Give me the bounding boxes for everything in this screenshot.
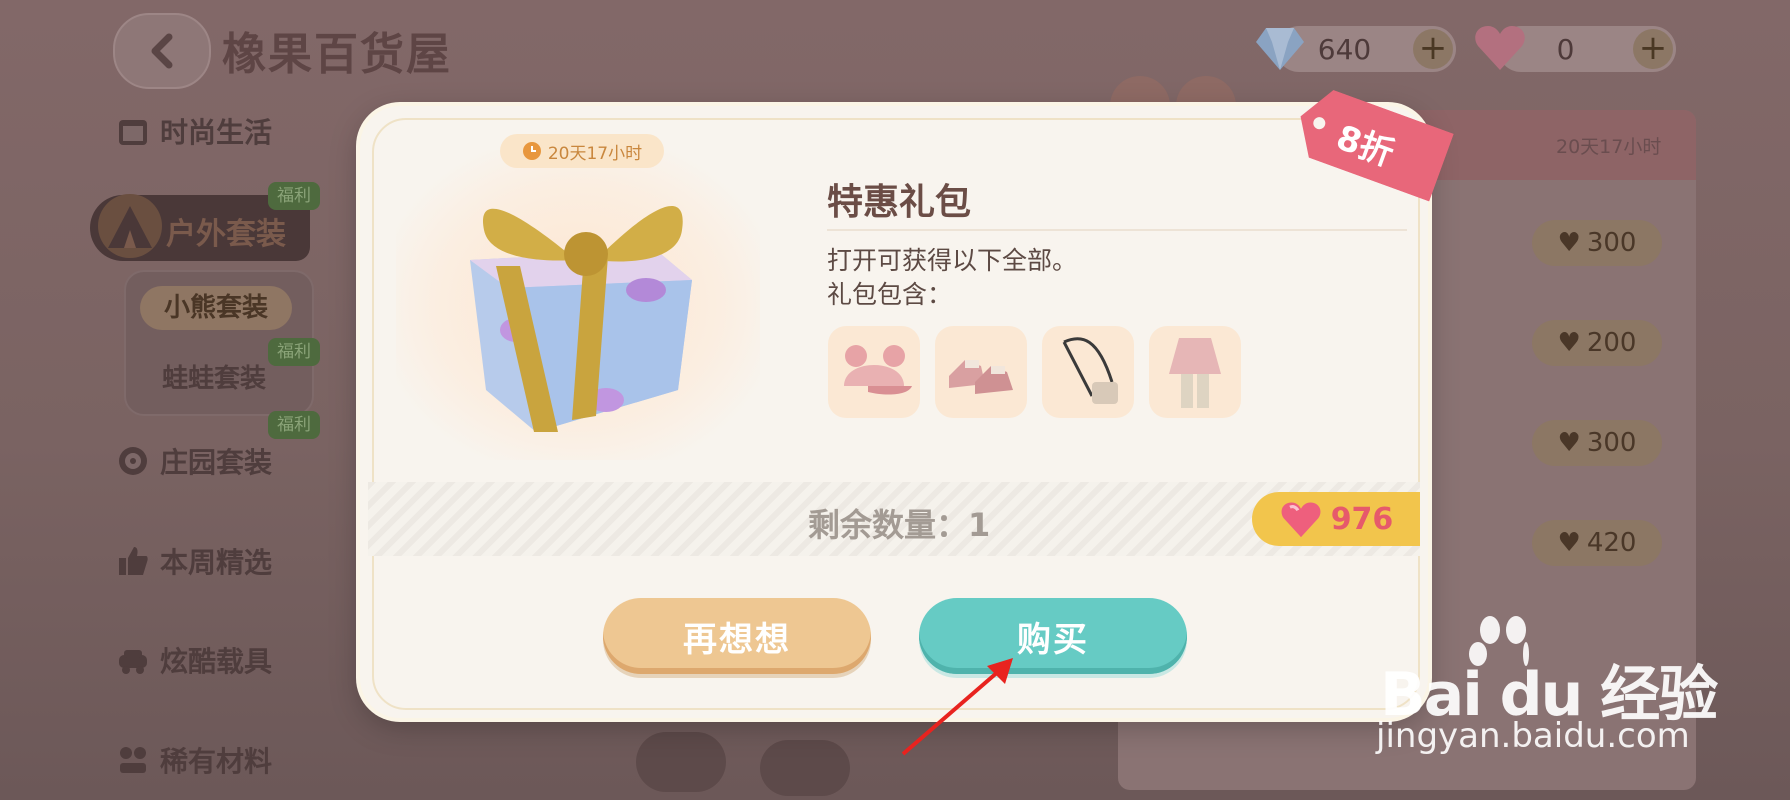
character-shoe-right	[760, 740, 850, 796]
chevron-left-icon	[151, 33, 173, 69]
pack-price: 976	[1252, 492, 1420, 546]
price-value: 200	[1586, 328, 1637, 358]
add-heart-button[interactable]: +	[1633, 29, 1673, 69]
add-diamond-button[interactable]: +	[1413, 29, 1453, 69]
heart-icon: ♥	[1557, 328, 1581, 358]
sidebar-item-label: 本周精选	[160, 546, 273, 579]
pink-heart-gem-icon	[1281, 502, 1321, 538]
pack-item-bag[interactable]	[1042, 326, 1134, 418]
sidebar-item-weekly[interactable]: 本周精选	[116, 541, 272, 581]
sidebar-item-manor[interactable]: 庄园套装	[116, 441, 272, 481]
price-value: 976	[1330, 501, 1394, 537]
list-timer: 20天17小时	[1556, 136, 1662, 158]
jacket-outfit-icon	[1169, 338, 1221, 408]
cancel-button[interactable]: 再想想	[603, 598, 871, 674]
price-value: 420	[1586, 528, 1637, 558]
submenu-item-frog-set[interactable]: 蛙蛙套装	[162, 358, 266, 395]
list-price-chip[interactable]: ♥ 420	[1532, 520, 1662, 566]
calendar-icon	[119, 120, 147, 145]
page-title: 橡果百货屋	[222, 29, 452, 80]
sneakers-icon	[949, 360, 1013, 394]
welfare-badge: 福利	[268, 411, 320, 439]
bear-ear-cap-icon	[844, 345, 912, 395]
character-shoe-left	[636, 732, 726, 792]
thumbs-up-icon	[119, 547, 148, 575]
remaining-quantity: 剩余数量：1	[808, 506, 991, 544]
pink-heart-gem-icon	[1475, 26, 1525, 70]
rose-icon	[119, 447, 147, 475]
list-price-chip[interactable]: ♥ 300	[1532, 220, 1662, 266]
list-price-chip[interactable]: ♥ 200	[1532, 320, 1662, 366]
desc-line: 打开可获得以下全部。	[827, 246, 1078, 275]
sidebar-item-label: 时尚生活	[160, 116, 273, 149]
price-value: 300	[1586, 428, 1637, 458]
blue-diamond-icon	[1256, 28, 1304, 70]
pack-item-shoes[interactable]	[935, 326, 1027, 418]
materials-icon	[120, 747, 146, 773]
sidebar-item-label: 庄园套装	[160, 446, 273, 479]
pack-item-cap[interactable]	[828, 326, 920, 418]
sidebar-item-fashion[interactable]: 时尚生活	[116, 111, 272, 151]
divider	[827, 229, 1407, 231]
pack-timer-text: 20天17小时	[547, 143, 643, 164]
welfare-badge: 福利	[268, 338, 320, 366]
pack-title: 特惠礼包	[827, 182, 972, 223]
heart-icon: ♥	[1557, 228, 1581, 258]
sidebar-item-label: 户外套装	[166, 217, 286, 252]
back-button[interactable]	[113, 13, 211, 89]
list-price-chip[interactable]: ♥ 300	[1532, 420, 1662, 466]
pack-timer: 20天17小时	[500, 134, 664, 168]
sidebar-item-label: 稀有材料	[160, 745, 273, 778]
gift-box-image	[470, 206, 692, 432]
heart-icon: ♥	[1557, 528, 1581, 558]
tent-icon	[98, 194, 162, 258]
crossbody-bag-icon	[1062, 337, 1118, 404]
sidebar-item-materials[interactable]: 稀有材料	[116, 740, 272, 780]
watermark-url: jingyan.baidu.com	[1376, 716, 1690, 756]
red-arrow-annotation	[901, 658, 1013, 756]
welfare-badge: 福利	[268, 182, 320, 210]
sidebar-item-label: 炫酷载具	[160, 645, 273, 678]
pack-description: 打开可获得以下全部。 礼包包含：	[827, 244, 1077, 312]
pack-item-outfit[interactable]	[1149, 326, 1241, 418]
car-icon	[119, 650, 147, 674]
clock-icon	[522, 142, 541, 160]
heart-icon: ♥	[1557, 428, 1581, 458]
submenu-item-bear-set[interactable]: 小熊套装	[140, 286, 292, 330]
price-value: 300	[1586, 228, 1637, 258]
desc-line: 礼包包含：	[827, 280, 953, 309]
sidebar-item-vehicles[interactable]: 炫酷载具	[116, 640, 272, 680]
